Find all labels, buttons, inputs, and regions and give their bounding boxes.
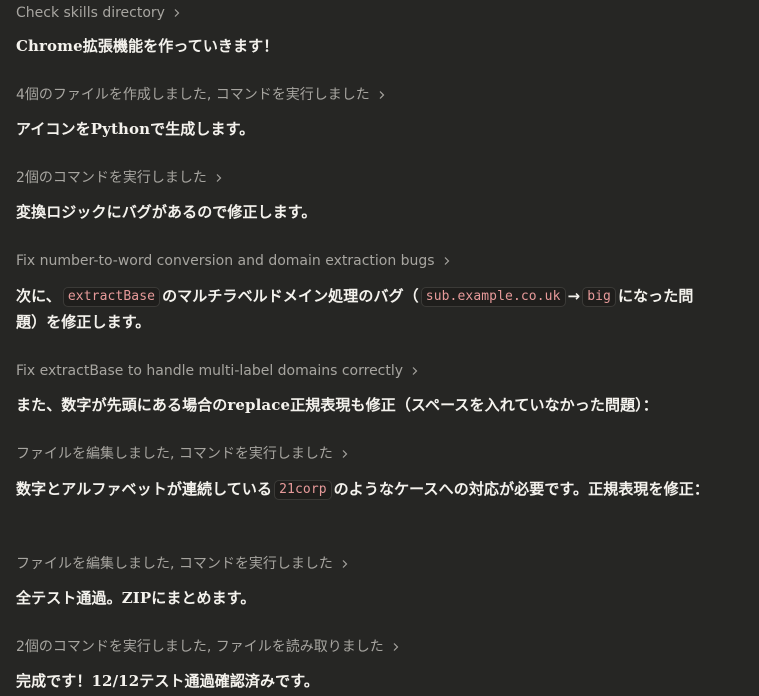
assistant-message: 次に、 extractBase のマルチラベルドメイン処理のバグ（ sub.examp…: [16, 283, 716, 335]
tool-step-label: 2個のコマンドを実行しました, ファイルを読み取りました: [16, 639, 384, 655]
tool-step-label: Check skills directory: [16, 5, 165, 21]
assistant-message: アイコンをPythonで生成します。: [16, 116, 716, 142]
assistant-message: 完成です！12/12テスト通過確認済みです。: [16, 668, 716, 694]
chevron-right-icon: [377, 90, 387, 100]
message-text: アイコンをPythonで生成します。: [16, 120, 255, 138]
tool-step-toggle[interactable]: 2個のコマンドを実行しました, ファイルを読み取りました: [16, 637, 716, 657]
tool-step-toggle[interactable]: ファイルを編集しました, コマンドを実行しました: [16, 554, 716, 574]
tool-step-toggle[interactable]: 4個のファイルを作成しました, コマンドを実行しました: [16, 85, 716, 105]
tool-step-toggle[interactable]: Check skills directory: [16, 3, 716, 23]
message-text: また、数字が先頭にある場合のreplace正規表現も修正（スペースを入れていなか…: [16, 396, 658, 414]
chevron-right-icon: [340, 559, 350, 569]
tool-step-toggle[interactable]: 2個のコマンドを実行しました: [16, 168, 716, 188]
tool-step-toggle[interactable]: Fix extractBase to handle multi-label do…: [16, 361, 716, 381]
tool-step-label: 2個のコマンドを実行しました: [16, 170, 207, 186]
message-text: 数字とアルファベットが連続している: [16, 480, 273, 498]
assistant-message: 数字とアルファベットが連続している 21corp のようなケースへの対応が必要です。…: [16, 476, 716, 502]
inline-code: sub.example.co.uk: [420, 287, 566, 307]
tool-step-toggle[interactable]: Fix number-to-word conversion and domain…: [16, 251, 716, 271]
assistant-message: 変換ロジックにバグがあるので修正します。: [16, 199, 716, 225]
chevron-right-icon: [391, 642, 401, 652]
chevron-right-icon: [410, 366, 420, 376]
message-text: 次に、: [16, 287, 61, 305]
inline-code: 21corp: [274, 480, 332, 500]
tool-step-label: ファイルを編集しました, コマンドを実行しました: [16, 446, 333, 462]
tool-step-toggle[interactable]: ファイルを編集しました, コマンドを実行しました: [16, 444, 716, 464]
message-text: のようなケースへの対応が必要です。正規表現を修正：: [333, 480, 709, 498]
chevron-right-icon: [214, 173, 224, 183]
message-text: 完成です！12/12テスト通過確認済みです。: [16, 672, 319, 690]
assistant-message: 全テスト通過。ZIPにまとめます。: [16, 585, 716, 611]
tool-step-label: Fix extractBase to handle multi-label do…: [16, 363, 404, 379]
message-text: 全テスト通過。ZIPにまとめます。: [16, 589, 256, 607]
tool-step-label: Fix number-to-word conversion and domain…: [16, 253, 435, 269]
message-text: のマルチラベルドメイン処理のバグ（: [162, 287, 419, 305]
arrow-right-icon: →: [567, 287, 581, 305]
chevron-right-icon: [340, 449, 350, 459]
tool-step-label: ファイルを編集しました, コマンドを実行しました: [16, 556, 333, 572]
tool-step-label: 4個のファイルを作成しました, コマンドを実行しました: [16, 87, 370, 103]
chevron-right-icon: [442, 256, 452, 266]
assistant-message: Chrome拡張機能を作っていきます！: [16, 33, 716, 59]
inline-code: big: [582, 287, 616, 307]
assistant-message: また、数字が先頭にある場合のreplace正規表現も修正（スペースを入れていなか…: [16, 392, 716, 418]
inline-code: extractBase: [62, 287, 161, 307]
message-text: Chrome拡張機能を作っていきます！: [16, 37, 279, 55]
chevron-right-icon: [172, 8, 182, 18]
message-text: 変換ロジックにバグがあるので修正します。: [16, 203, 317, 221]
